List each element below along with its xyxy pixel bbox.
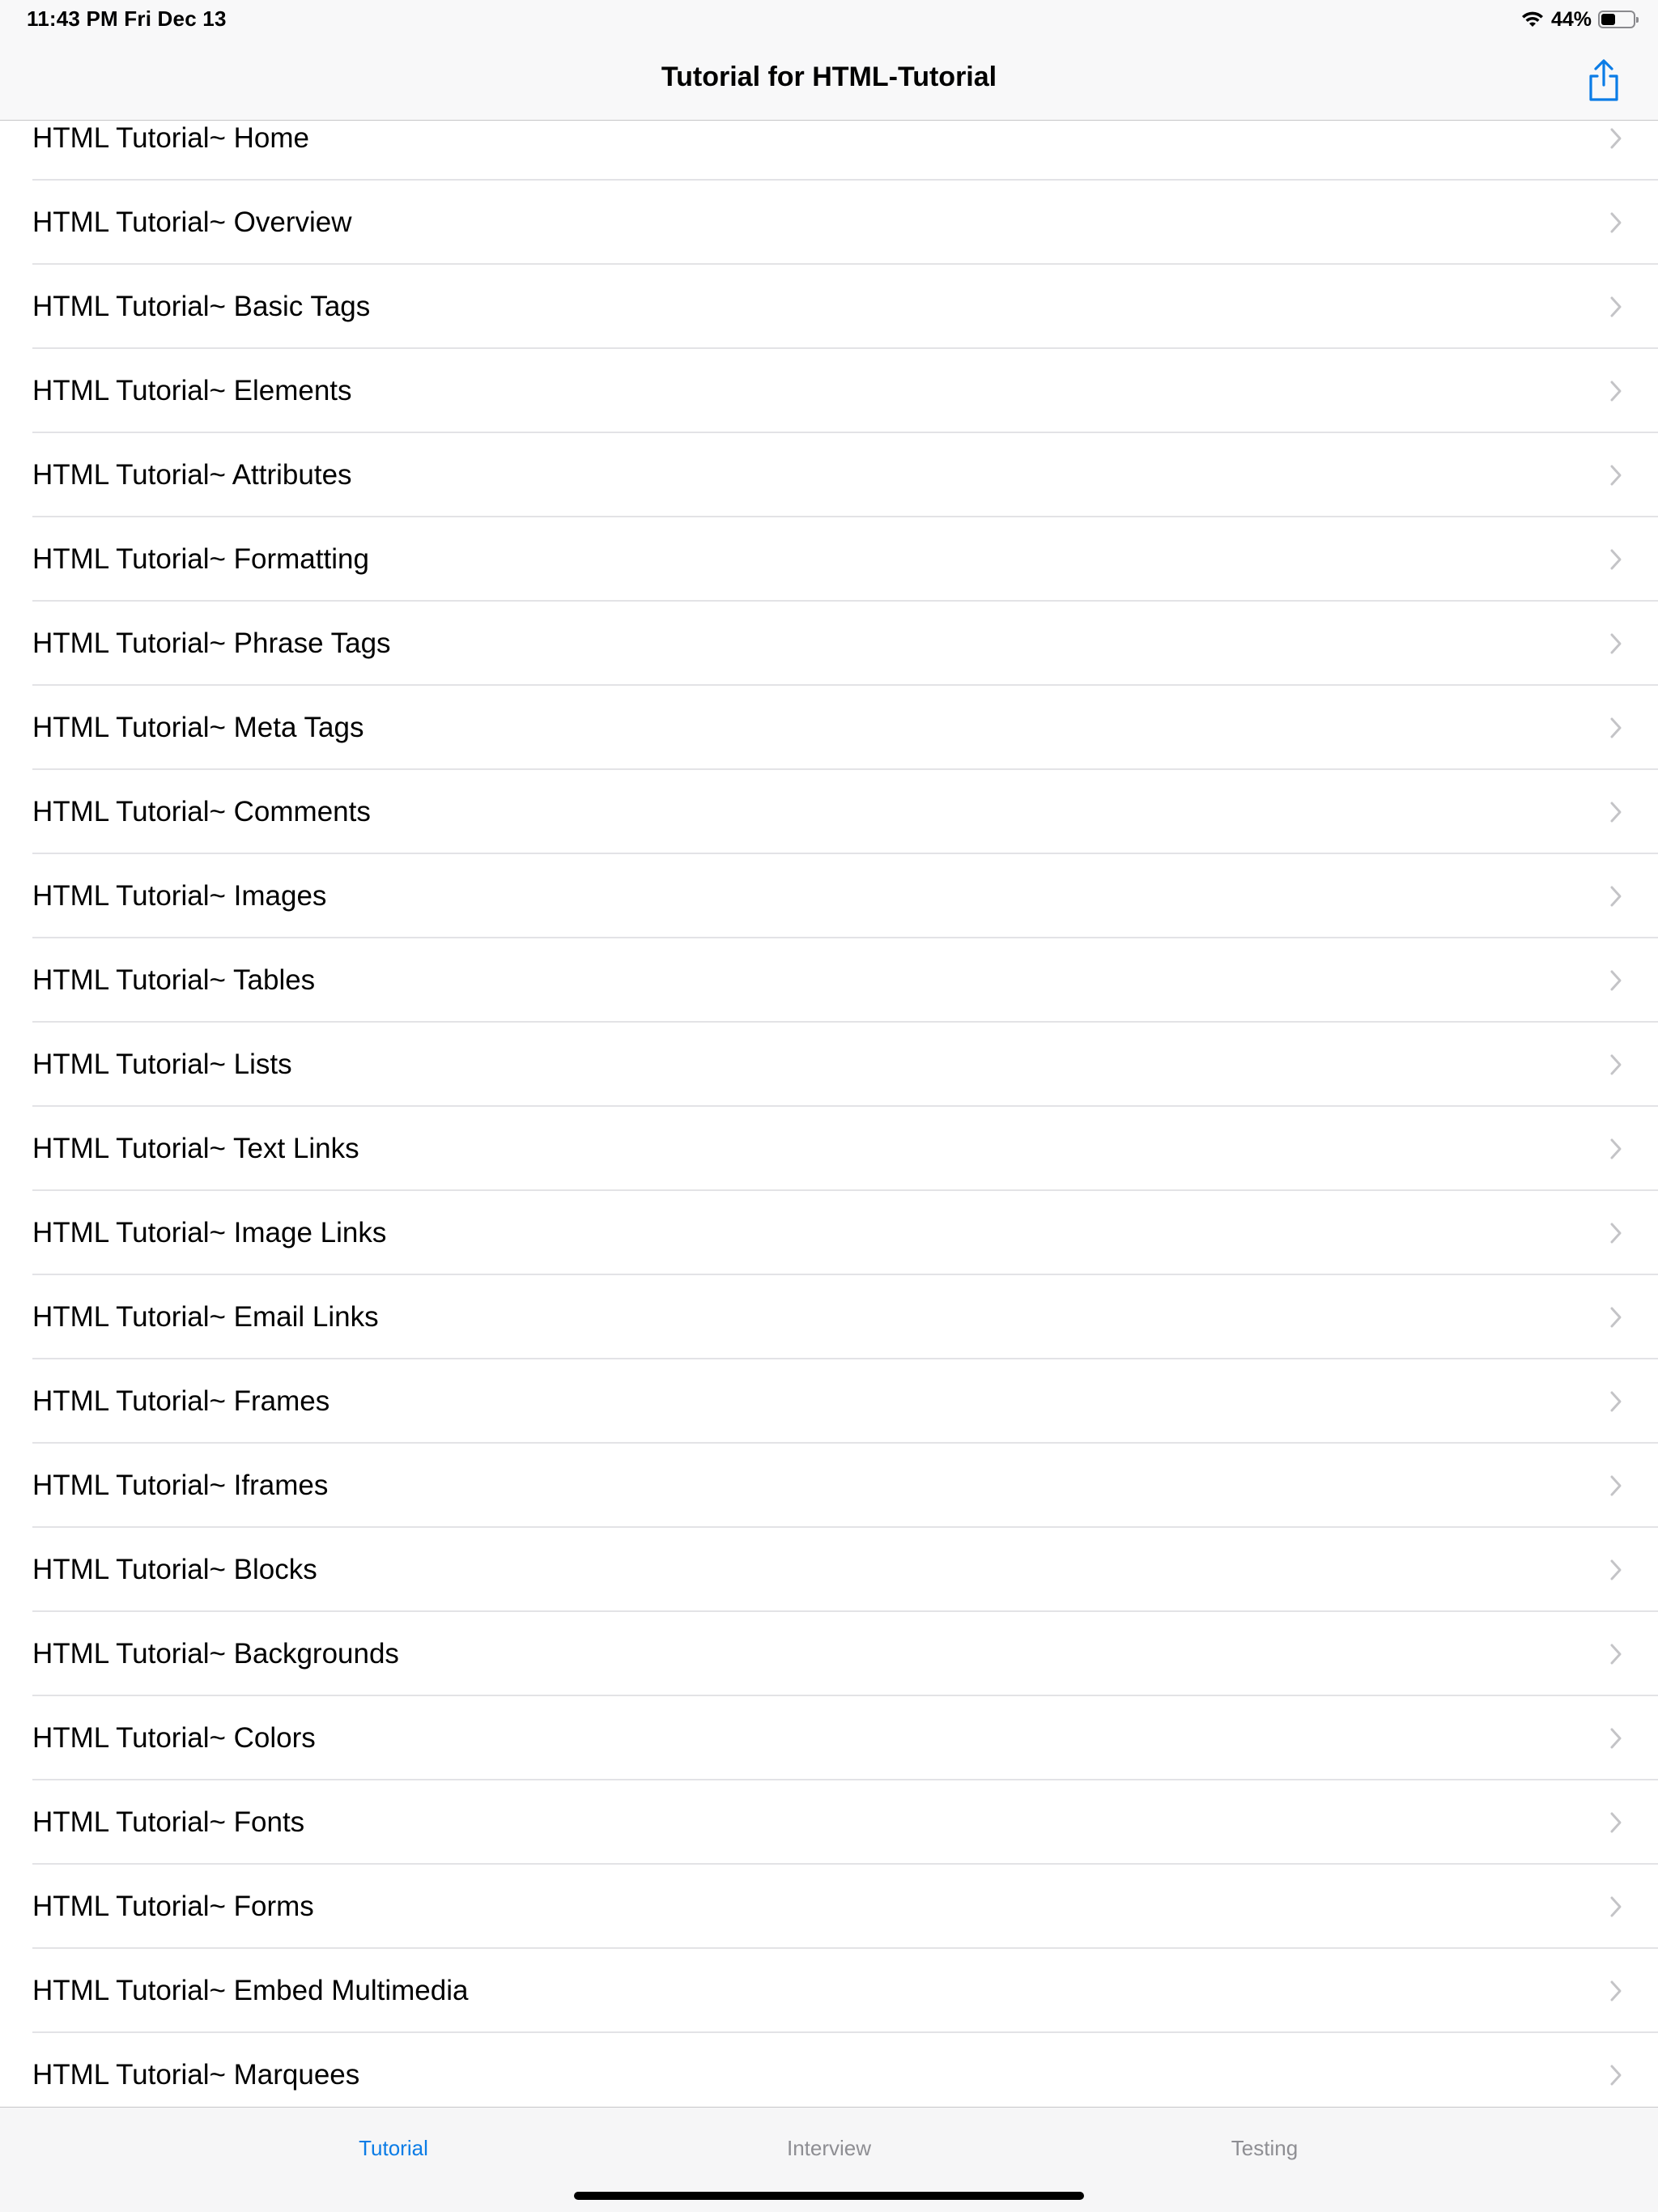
chevron-right-icon [1609,464,1622,487]
list-item-label: HTML Tutorial~ Frames [32,1385,330,1417]
status-time: 11:43 PM Fri Dec 13 [27,6,227,31]
tab-testing[interactable]: Testing [988,2108,1541,2189]
chevron-right-icon [1609,1474,1622,1497]
chevron-right-icon [1609,1390,1622,1413]
chevron-right-icon [1609,296,1622,318]
list-item[interactable]: HTML Tutorial~ Image Links [0,1191,1658,1275]
chevron-right-icon [1609,1559,1622,1581]
chevron-right-icon [1609,885,1622,908]
tutorial-list[interactable]: HTML Tutorial~ Home HTML Tutorial~ Overvi… [0,121,1658,2107]
chevron-right-icon [1609,969,1622,992]
list-item-label: HTML Tutorial~ Images [32,880,327,912]
chevron-right-icon [1609,211,1622,234]
list-item[interactable]: HTML Tutorial~ Backgrounds [0,1612,1658,1696]
list-item[interactable]: HTML Tutorial~ Overview [0,181,1658,265]
list-item[interactable]: HTML Tutorial~ Tables [0,938,1658,1023]
list-item[interactable]: HTML Tutorial~ Marquees [0,2033,1658,2107]
chevron-right-icon [1609,717,1622,739]
list-item-label: HTML Tutorial~ Embed Multimedia [32,1975,469,2006]
list-item[interactable]: HTML Tutorial~ Attributes [0,433,1658,517]
list-item-label: HTML Tutorial~ Colors [32,1722,316,1754]
list-item-label: HTML Tutorial~ Lists [32,1049,292,1080]
list-item-label: HTML Tutorial~ Basic Tags [32,291,371,322]
list-item[interactable]: HTML Tutorial~ Phrase Tags [0,602,1658,686]
chevron-right-icon [1609,1222,1622,1244]
chevron-right-icon [1609,1980,1622,2002]
list-item[interactable]: HTML Tutorial~ Home [0,121,1658,181]
chevron-right-icon [1609,1895,1622,1918]
chevron-right-icon [1609,380,1622,402]
battery-level [1601,14,1615,25]
list-item[interactable]: HTML Tutorial~ Comments [0,770,1658,854]
chevron-right-icon [1609,1643,1622,1665]
battery-icon [1598,11,1639,28]
chevron-right-icon [1609,1727,1622,1750]
battery-percent: 44% [1550,7,1592,31]
list-item[interactable]: HTML Tutorial~ Lists [0,1023,1658,1107]
screen: 11:43 PM Fri Dec 13 44% Tutorial for HTM… [0,0,1658,2212]
list-item-label: HTML Tutorial~ Home [32,122,310,154]
list-item[interactable]: HTML Tutorial~ Fonts [0,1780,1658,1865]
list-item-label: HTML Tutorial~ Meta Tags [32,712,364,743]
tutorial-list-content: HTML Tutorial~ Home HTML Tutorial~ Overvi… [0,121,1658,2107]
chevron-right-icon [1609,1306,1622,1329]
wifi-icon [1520,11,1545,28]
list-item[interactable]: HTML Tutorial~ Forms [0,1865,1658,1949]
chevron-right-icon [1609,632,1622,655]
share-button[interactable] [1582,55,1626,105]
tab-bar: Tutorial Interview Testing [0,2107,1658,2212]
navigation-bar: Tutorial for HTML-Tutorial [0,39,1658,121]
list-item[interactable]: HTML Tutorial~ Meta Tags [0,686,1658,770]
chevron-right-icon [1609,1138,1622,1160]
list-item-label: HTML Tutorial~ Fonts [32,1806,305,1838]
chevron-right-icon [1609,1053,1622,1076]
list-item-label: HTML Tutorial~ Phrase Tags [32,627,391,659]
list-item-label: HTML Tutorial~ Text Links [32,1133,359,1164]
home-indicator[interactable] [574,2192,1084,2200]
list-item[interactable]: HTML Tutorial~ Email Links [0,1275,1658,1359]
list-item-label: HTML Tutorial~ Formatting [32,543,369,575]
list-item[interactable]: HTML Tutorial~ Images [0,854,1658,938]
list-item-label: HTML Tutorial~ Comments [32,796,371,827]
status-indicators: 44% [1520,6,1639,32]
list-item[interactable]: HTML Tutorial~ Colors [0,1696,1658,1780]
list-item-label: HTML Tutorial~ Tables [32,964,316,996]
list-item-label: HTML Tutorial~ Elements [32,375,352,406]
list-item-label: HTML Tutorial~ Attributes [32,459,352,491]
list-item-label: HTML Tutorial~ Forms [32,1891,314,1922]
list-item-label: HTML Tutorial~ Blocks [32,1554,317,1585]
list-item[interactable]: HTML Tutorial~ Frames [0,1359,1658,1444]
list-item[interactable]: HTML Tutorial~ Basic Tags [0,265,1658,349]
page-title: Tutorial for HTML-Tutorial [661,62,997,92]
list-item-label: HTML Tutorial~ Backgrounds [32,1638,399,1670]
list-item[interactable]: HTML Tutorial~ Blocks [0,1528,1658,1612]
list-item-label: HTML Tutorial~ Marquees [32,2059,360,2091]
list-item-label: HTML Tutorial~ Overview [32,206,352,238]
chevron-right-icon [1609,2064,1622,2087]
chevron-right-icon [1609,548,1622,571]
list-item-label: HTML Tutorial~ Iframes [32,1470,329,1501]
chevron-right-icon [1609,801,1622,823]
list-item[interactable]: HTML Tutorial~ Embed Multimedia [0,1949,1658,2033]
list-item-label: HTML Tutorial~ Email Links [32,1301,379,1333]
list-item[interactable]: HTML Tutorial~ Elements [0,349,1658,433]
chevron-right-icon [1609,1811,1622,1834]
status-bar: 11:43 PM Fri Dec 13 44% [0,0,1658,39]
share-icon [1586,58,1622,102]
list-item[interactable]: HTML Tutorial~ Iframes [0,1444,1658,1528]
list-item[interactable]: HTML Tutorial~ Text Links [0,1107,1658,1191]
chevron-right-icon [1609,127,1622,150]
list-item[interactable]: HTML Tutorial~ Formatting [0,517,1658,602]
list-item-label: HTML Tutorial~ Image Links [32,1217,387,1249]
